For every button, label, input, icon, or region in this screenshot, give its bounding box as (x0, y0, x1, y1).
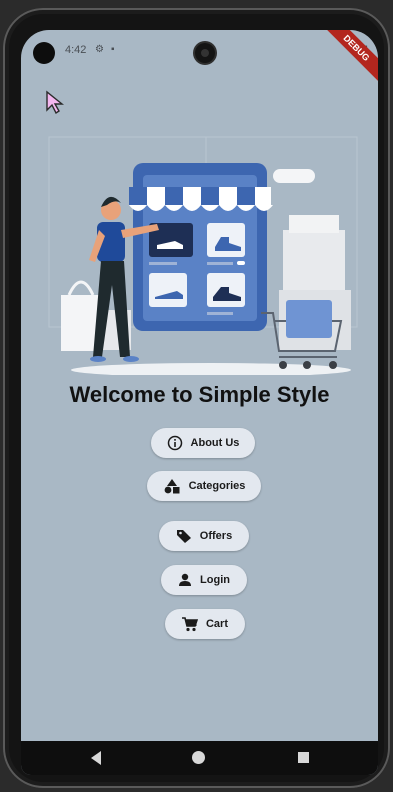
about-us-label: About Us (190, 437, 240, 449)
cart-icon (181, 616, 198, 632)
offers-button[interactable]: Offers (159, 521, 249, 551)
cart-button[interactable]: Cart (165, 609, 245, 639)
shopping-illustration (48, 136, 358, 375)
sd-card-icon: ▪ (111, 44, 115, 55)
tag-icon (176, 528, 192, 544)
settings-icon: ⚙ (95, 44, 104, 55)
login-label: Login (200, 574, 230, 586)
info-icon (167, 435, 183, 451)
front-camera (195, 43, 215, 63)
home-nav-icon[interactable] (192, 751, 205, 764)
app-screen: 4:42 ⚙ ▪ ▼▮ DEBUG (21, 30, 378, 775)
cart-label: Cart (205, 618, 228, 630)
person-icon (178, 573, 192, 587)
debug-banner: DEBUG (317, 30, 378, 88)
login-button[interactable]: Login (161, 565, 247, 595)
shapes-icon (163, 478, 181, 494)
android-navigation-bar (21, 741, 378, 775)
punch-hole-camera (33, 42, 55, 64)
back-nav-icon[interactable] (91, 751, 101, 765)
categories-button[interactable]: Categories (147, 471, 261, 501)
about-us-button[interactable]: About Us (151, 428, 255, 458)
mouse-pointer-icon (46, 90, 64, 115)
categories-label: Categories (188, 480, 246, 492)
offers-label: Offers (199, 530, 233, 542)
status-time: 4:42 (65, 44, 87, 56)
status-bar: 4:42 ⚙ ▪ ▼▮ DEBUG (21, 30, 378, 88)
recents-nav-icon[interactable] (298, 752, 309, 763)
phone-frame: 4:42 ⚙ ▪ ▼▮ DEBUG (3, 8, 390, 788)
welcome-title: Welcome to Simple Style (69, 382, 330, 407)
